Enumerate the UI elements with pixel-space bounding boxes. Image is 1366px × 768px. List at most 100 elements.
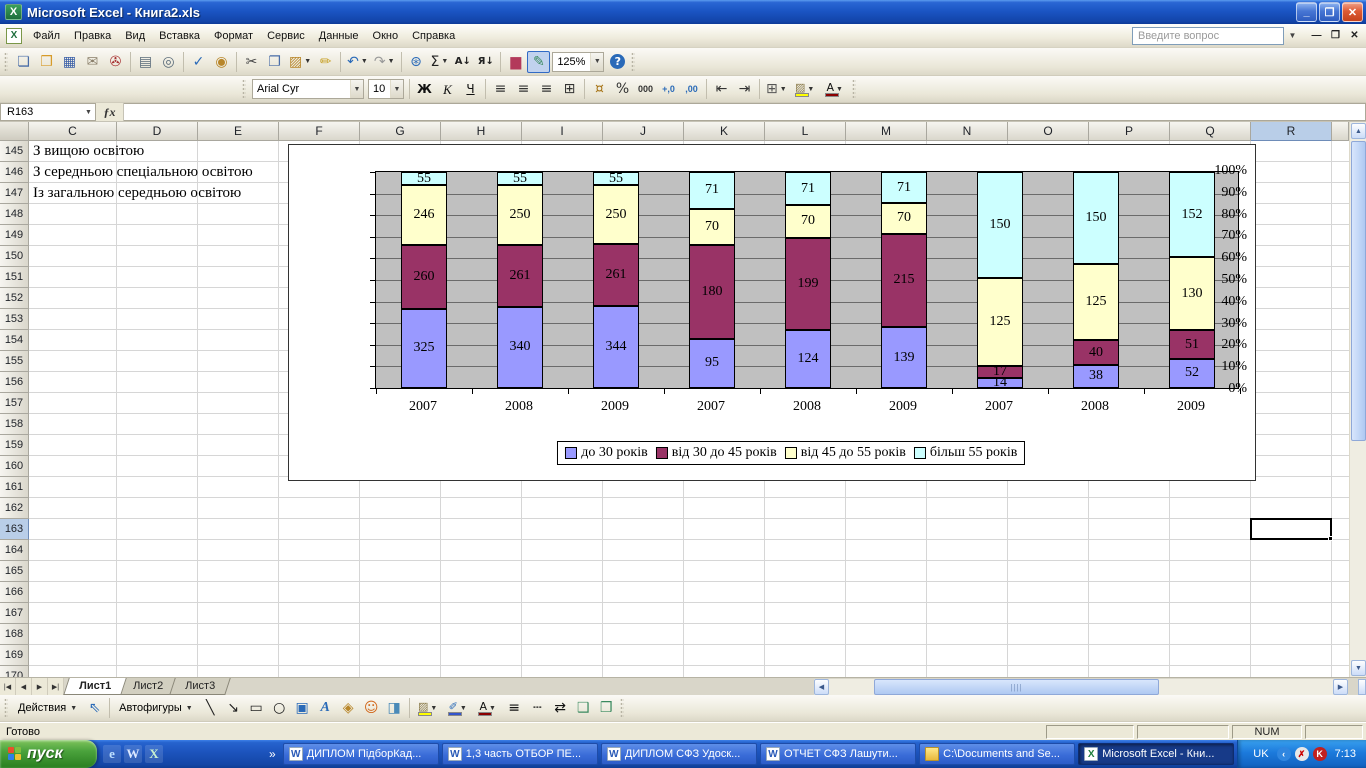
bar-segment[interactable]: 124 (785, 330, 831, 388)
menu-item[interactable]: Справка (405, 26, 462, 46)
bar-segment[interactable]: 150 (977, 172, 1023, 278)
bar-segment[interactable]: 55 (593, 172, 639, 186)
dash-style-icon[interactable]: ┄ (526, 697, 549, 719)
undo-icon[interactable]: ↶ ▼ (344, 51, 371, 73)
font-size-select[interactable]: 10 ▼ (368, 79, 404, 99)
line-icon[interactable]: ╲ (199, 697, 222, 719)
sort-descending-icon[interactable]: Я↓ (474, 51, 497, 73)
dropdown-arrow-icon[interactable]: ▼ (390, 80, 403, 98)
scroll-right-icon[interactable]: ▶ (1333, 679, 1348, 695)
menu-item[interactable]: Вид (118, 26, 152, 46)
minimize-button[interactable]: _ (1296, 2, 1317, 22)
chart-wizard-icon[interactable]: ▆ (504, 51, 527, 73)
tray-antivirus-icon[interactable]: K (1312, 747, 1327, 761)
bar-segment[interactable]: 130 (1169, 257, 1215, 331)
decrease-indent-icon[interactable]: ⇤ (710, 78, 733, 100)
window-close-button[interactable]: ✕ (1346, 28, 1363, 44)
taskbar-task[interactable]: X Microsoft Excel - Кни... (1078, 743, 1235, 765)
tab-nav-icon[interactable]: ◀ (16, 678, 32, 695)
spelling-icon[interactable]: ✓ (187, 51, 210, 73)
bar-segment[interactable]: 125 (977, 277, 1023, 367)
row-header-163[interactable]: 163 (0, 519, 29, 540)
bar-segment[interactable]: 344 (593, 306, 639, 388)
row-header-162[interactable]: 162 (0, 498, 29, 519)
format-painter-icon[interactable]: ✏ (314, 51, 337, 73)
bar-segment[interactable]: 14 (977, 378, 1023, 388)
column-header-R[interactable]: R (1251, 122, 1332, 141)
row-header-160[interactable]: 160 (0, 456, 29, 477)
vertical-scrollbar[interactable]: ▲ ▼ (1349, 122, 1366, 677)
horizontal-scroll-thumb[interactable]: |||| (874, 679, 1159, 695)
bar-segment[interactable]: 325 (401, 308, 447, 388)
taskbar-task[interactable]: C:\Documents and Se... (919, 743, 1076, 765)
chart[interactable]: 325 260 246 55 340 261 250 55 344 261 250 55 95 180 70… (288, 144, 1256, 481)
merge-center-icon[interactable]: ⊞ (558, 78, 581, 100)
row-header-154[interactable]: 154 (0, 330, 29, 351)
fill-color-icon[interactable]: ▨ ▼ (413, 697, 443, 719)
print-icon[interactable]: ▤ (134, 51, 157, 73)
close-button[interactable]: ✕ (1342, 2, 1363, 22)
row-header-151[interactable]: 151 (0, 267, 29, 288)
bar-segment[interactable]: 95 (689, 338, 735, 388)
cell-text[interactable]: З вищою освітою (29, 141, 144, 162)
active-cell[interactable] (1250, 518, 1333, 541)
menu-item[interactable]: Вставка (152, 26, 207, 46)
tray-security-icon[interactable]: ‹ (1276, 747, 1291, 761)
bar-segment[interactable]: 71 (881, 172, 927, 203)
bar-segment[interactable]: 260 (401, 245, 447, 309)
select-objects-icon[interactable]: ⇖ (83, 697, 106, 719)
bar-segment[interactable]: 246 (401, 185, 447, 246)
dropdown-arrow-icon[interactable]: ▼ (361, 58, 368, 65)
toolbar-grip[interactable] (242, 79, 246, 99)
insert-function-button[interactable]: ƒx (96, 103, 124, 121)
question-dropdown-icon[interactable]: ▼ (1286, 27, 1299, 45)
row-header-156[interactable]: 156 (0, 372, 29, 393)
row-header-157[interactable]: 157 (0, 393, 29, 414)
currency-icon[interactable]: ¤ (588, 78, 611, 100)
bar-segment[interactable]: 340 (497, 306, 543, 388)
bar-segment[interactable]: 250 (497, 185, 543, 245)
dropdown-arrow-icon[interactable]: ▼ (807, 86, 814, 93)
taskbar-task[interactable]: W ДИПЛОМ ПідборКад... (282, 743, 439, 765)
shadow-style-icon[interactable]: ❑ (572, 697, 595, 719)
name-box[interactable]: R163 ▼ (0, 103, 96, 121)
tab-split-handle[interactable] (1358, 679, 1366, 695)
borders-icon[interactable]: ⊞ ▼ (763, 78, 790, 100)
row-header-169[interactable]: 169 (0, 645, 29, 666)
column-header-G[interactable]: G (360, 122, 441, 141)
column-header-I[interactable]: I (522, 122, 603, 141)
line-style-icon[interactable]: ≡ (503, 697, 526, 719)
window-minimize-button[interactable]: — (1308, 28, 1325, 44)
workbook-icon[interactable]: X (6, 27, 22, 44)
column-header-J[interactable]: J (603, 122, 684, 141)
bar-segment[interactable]: 139 (881, 327, 927, 388)
row-header-146[interactable]: 146 (0, 162, 29, 183)
chart-plot-area[interactable]: 325 260 246 55 340 261 250 55 344 261 250 55 95 180 70… (370, 171, 1241, 394)
dropdown-arrow-icon[interactable]: ▼ (836, 86, 843, 93)
copy-icon[interactable]: ❐ (263, 51, 286, 73)
percent-icon[interactable]: % (611, 78, 634, 100)
column-header-K[interactable]: K (684, 122, 765, 141)
row-header-161[interactable]: 161 (0, 477, 29, 498)
name-box-dropdown-icon[interactable]: ▼ (82, 109, 95, 116)
print-preview-icon[interactable]: ◎ (157, 51, 180, 73)
column-header-Q[interactable]: Q (1170, 122, 1251, 141)
autosum-icon[interactable]: Σ ▼ (428, 51, 452, 73)
taskbar-task[interactable]: W ДИПЛОМ СФЗ Удоск... (600, 743, 758, 765)
thousands-icon[interactable]: 000 (634, 78, 657, 100)
redo-icon[interactable]: ↷ ▼ (371, 51, 398, 73)
insert-hyperlink-icon[interactable]: ⊛ (405, 51, 428, 73)
menu-item[interactable]: Сервис (260, 26, 312, 46)
dropdown-arrow-icon[interactable]: ▼ (304, 58, 311, 65)
italic-icon[interactable]: К (436, 78, 459, 100)
column-header-D[interactable]: D (117, 122, 198, 141)
scroll-up-icon[interactable]: ▲ (1351, 123, 1366, 139)
horizontal-scrollbar[interactable]: ◀ |||| ▶ (814, 679, 1348, 695)
bar-segment[interactable]: 125 (1073, 263, 1119, 341)
row-header-159[interactable]: 159 (0, 435, 29, 456)
row-header-170[interactable]: 170 (0, 666, 29, 677)
quick-launch-chevron-icon[interactable]: » (265, 740, 280, 768)
autoshapes-menu[interactable]: Автофигуры ▼ (113, 697, 199, 719)
drawing-icon[interactable]: ✎ (527, 50, 551, 73)
toolbar-grip[interactable] (4, 698, 8, 718)
